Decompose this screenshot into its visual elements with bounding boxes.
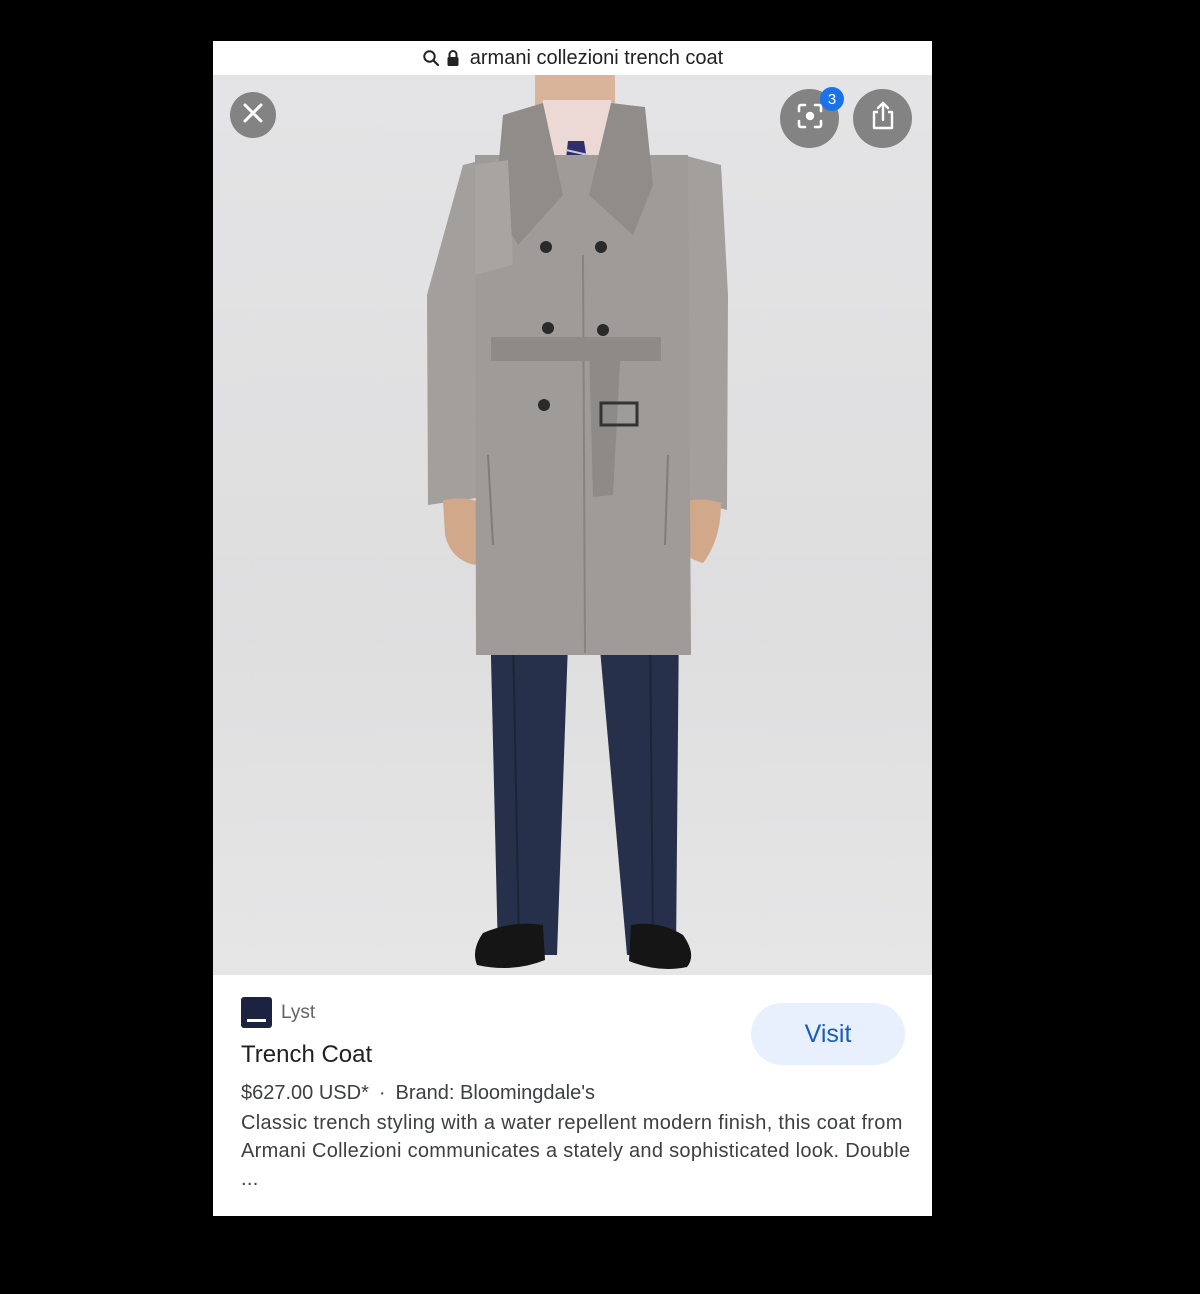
result-card: Lyst Trench Coat Visit $627.00 USD* · Br…	[213, 975, 932, 1216]
lens-icon	[796, 102, 824, 135]
price-row: $627.00 USD* · Brand: Bloomingdale's	[241, 1082, 595, 1105]
close-icon	[242, 102, 264, 129]
share-icon	[870, 101, 896, 136]
trench-coat-photo	[427, 75, 728, 969]
product-description: Classic trench styling with a water repe…	[241, 1112, 911, 1190]
brand: Brand: Bloomingdale's	[395, 1082, 596, 1104]
address-bar[interactable]: armani collezioni trench coat	[213, 41, 932, 75]
product-title[interactable]: Trench Coat	[241, 1041, 372, 1069]
search-icon	[422, 49, 440, 67]
source-name: Lyst	[281, 1001, 316, 1023]
visit-button[interactable]: Visit	[751, 1003, 905, 1065]
source-row[interactable]: Lyst	[241, 997, 315, 1028]
share-button[interactable]	[853, 89, 912, 148]
lyst-logo	[241, 997, 272, 1028]
address-bar-query: armani collezioni trench coat	[469, 46, 724, 69]
separator: ·	[378, 1082, 386, 1104]
price: $627.00 USD*	[241, 1082, 369, 1104]
lock-icon	[446, 49, 464, 67]
lens-badge: 3	[820, 87, 844, 111]
close-button[interactable]	[230, 92, 276, 138]
product-image[interactable]: 3	[213, 75, 932, 975]
phone-screen: armani collezioni trench coat 3 Lyst Tre…	[213, 41, 932, 1216]
